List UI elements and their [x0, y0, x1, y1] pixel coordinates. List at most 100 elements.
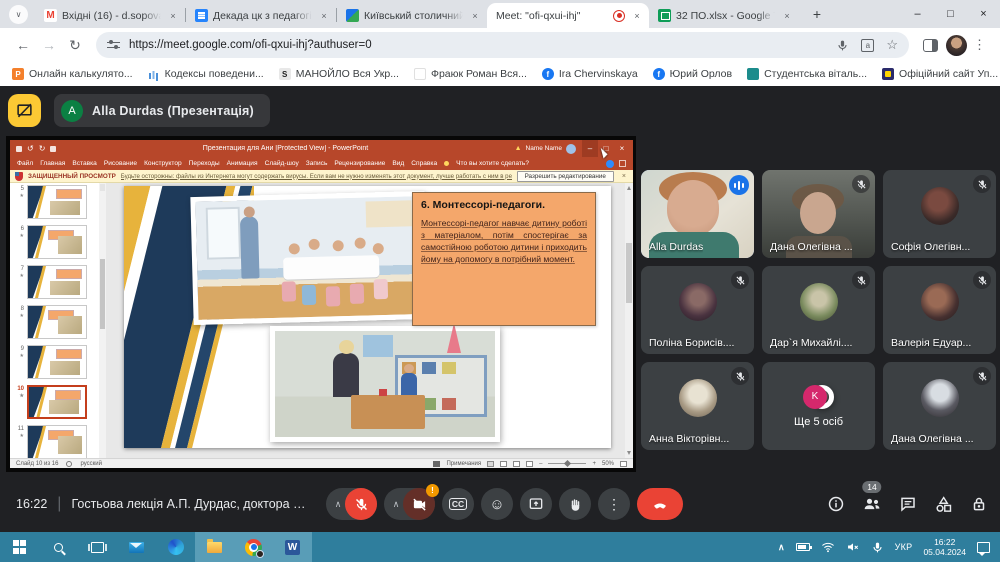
volume-muted-icon[interactable] — [846, 540, 860, 554]
close-icon[interactable]: × — [317, 9, 331, 23]
chrome-app-button[interactable] — [234, 532, 273, 562]
language-indicator[interactable]: русский — [80, 461, 102, 467]
participant-tile[interactable]: Валерія Едуар... — [883, 266, 996, 354]
overflow-participants-tile[interactable]: K Ще 5 осіб — [762, 362, 875, 450]
taskbar-clock[interactable]: 16:22 05.04.2024 — [923, 537, 966, 557]
close-icon[interactable]: × — [468, 9, 482, 23]
close-icon[interactable]: × — [630, 9, 644, 23]
bookmark-star-icon[interactable]: ☆ — [886, 37, 898, 53]
close-window-button[interactable]: × — [967, 0, 1000, 28]
bookmark-item[interactable]: fЮрий Орлов — [653, 68, 732, 80]
share-presence-icon[interactable] — [606, 160, 614, 168]
fit-slide-icon[interactable] — [620, 461, 627, 467]
tab-docs[interactable]: Декада цк з педагогічної о × — [186, 3, 336, 28]
bookmark-item[interactable]: SМАНОЙЛО Вся Укр... — [279, 68, 399, 80]
activities-button[interactable] — [934, 495, 953, 514]
tab-meet-active[interactable]: Meet: "ofi-qxui-ihj" × — [487, 3, 649, 28]
mail-app-button[interactable] — [117, 532, 156, 562]
participant-tile[interactable]: Софія Олегівн... — [883, 170, 996, 258]
slide-thumbnail[interactable] — [27, 345, 87, 379]
slide-thumbnail[interactable] — [27, 265, 87, 299]
task-view-button[interactable] — [78, 532, 117, 562]
slide-thumbnail[interactable] — [27, 185, 87, 219]
mic-tray-icon[interactable] — [871, 541, 884, 554]
ppt-tab[interactable]: Справка — [411, 160, 437, 167]
word-app-button[interactable]: W — [273, 532, 312, 562]
presenter-pill[interactable]: A Alla Durdas (Презентація) — [54, 94, 270, 127]
ppt-minimize-button[interactable]: – — [582, 140, 598, 157]
participant-tile[interactable]: Анна Вікторівн... — [641, 362, 754, 450]
voice-search-icon[interactable] — [836, 39, 849, 52]
participant-tile[interactable]: Дана Олегівна ... — [762, 170, 875, 258]
ppt-tab[interactable]: Анимация — [227, 160, 258, 167]
ppt-quick-access-toolbar[interactable]: ↺↻ — [16, 144, 56, 153]
close-icon[interactable]: × — [780, 9, 794, 23]
forward-button[interactable]: → — [36, 32, 62, 58]
start-button[interactable] — [0, 532, 39, 562]
site-settings-icon[interactable] — [107, 40, 120, 51]
zoom-out-button[interactable]: – — [539, 461, 542, 467]
participant-tile[interactable]: Поліна Борисів.... — [641, 266, 754, 354]
banner-close-icon[interactable]: × — [622, 173, 626, 180]
more-options-button[interactable]: ⋮ — [598, 488, 630, 520]
slide-sorter-icon[interactable] — [500, 461, 507, 467]
slide-thumbnail[interactable] — [27, 425, 87, 458]
ppt-tab[interactable]: Конструктор — [144, 160, 182, 167]
bookmark-item[interactable]: PОнлайн калькулято... — [12, 68, 133, 80]
address-bar[interactable]: https://meet.google.com/ofi-qxui-ihj?aut… — [96, 32, 909, 58]
ppt-tab[interactable]: Рисование — [104, 160, 137, 167]
taskbar-search-button[interactable] — [39, 532, 78, 562]
zoom-percent[interactable]: 50% — [602, 461, 614, 467]
language-indicator[interactable]: УКР — [895, 542, 913, 552]
ribbon-collapse-icon[interactable] — [619, 160, 626, 167]
new-tab-button[interactable]: + — [805, 2, 829, 26]
bookmark-item[interactable]: Кодексы поведени... — [148, 68, 264, 80]
ppt-tab[interactable]: Переходы — [189, 160, 220, 167]
raise-hand-button[interactable] — [559, 488, 591, 520]
tab-search-button[interactable]: ∨ — [9, 5, 28, 24]
profile-avatar[interactable] — [943, 32, 969, 58]
minimize-button[interactable]: – — [901, 0, 934, 28]
explorer-app-button[interactable] — [195, 532, 234, 562]
camera-off-button[interactable]: ! — [403, 488, 435, 520]
mic-options-chevron[interactable]: ∧ — [331, 499, 345, 510]
edge-app-button[interactable] — [156, 532, 195, 562]
canvas-scrollbar[interactable] — [625, 183, 633, 458]
reactions-button[interactable]: ☺ — [481, 488, 513, 520]
bookmark-item[interactable]: Офіційний сайт Уп... — [882, 68, 998, 80]
tab-sheets[interactable]: 32 ПО.xlsx - Google Таблиц × — [649, 3, 799, 28]
notes-button[interactable]: Примечания — [446, 461, 481, 467]
tab-gmail[interactable]: M Вхідні (16) - d.sopova@kubg × — [35, 3, 185, 28]
accessibility-icon[interactable] — [66, 461, 72, 467]
back-button[interactable]: ← — [10, 32, 36, 58]
camera-options-chevron[interactable]: ∧ — [389, 499, 403, 510]
participant-tile[interactable]: Дар`я Михайлі.... — [762, 266, 875, 354]
ppt-tab[interactable]: Рецензирование — [334, 160, 385, 167]
ppt-close-button[interactable]: × — [614, 140, 630, 157]
close-icon[interactable]: × — [166, 9, 180, 23]
wifi-icon[interactable] — [821, 540, 835, 554]
stop-presenting-button[interactable] — [8, 94, 41, 127]
enable-editing-button[interactable]: Разрешить редактирование — [517, 171, 614, 182]
slide-thumbnail[interactable] — [27, 305, 87, 339]
thumbnail-scrollbar[interactable] — [99, 183, 106, 458]
reload-button[interactable]: ↻ — [62, 32, 88, 58]
ppt-account[interactable]: ▲ Name Name — [515, 144, 576, 154]
participants-button[interactable]: 14 — [862, 494, 882, 514]
bookmark-item[interactable]: fIra Chervinskaya — [542, 68, 638, 80]
chat-button[interactable] — [899, 495, 917, 513]
notification-center-icon[interactable] — [977, 542, 990, 553]
tab-university[interactable]: Київський столичний універ × — [337, 3, 487, 28]
translate-icon[interactable]: a — [861, 39, 874, 52]
battery-icon[interactable] — [796, 543, 810, 551]
ppt-tab[interactable]: Запись — [306, 160, 328, 167]
bookmark-item[interactable]: Студентська віталь... — [747, 68, 867, 80]
bookmark-item[interactable]: Фраюк Роман Вся... — [414, 68, 527, 80]
reading-view-icon[interactable] — [513, 461, 520, 467]
slide-thumbnail-panel[interactable]: 5★ 6★ 7★ 8★ 9★ 10★ 11★ — [10, 183, 106, 458]
side-panel-button[interactable] — [917, 32, 943, 58]
ppt-tab[interactable]: Вид — [392, 160, 404, 167]
normal-view-icon[interactable] — [487, 461, 494, 467]
ppt-tab[interactable]: Вставка — [72, 160, 97, 167]
participant-tile[interactable]: Дана Олегівна ... — [883, 362, 996, 450]
